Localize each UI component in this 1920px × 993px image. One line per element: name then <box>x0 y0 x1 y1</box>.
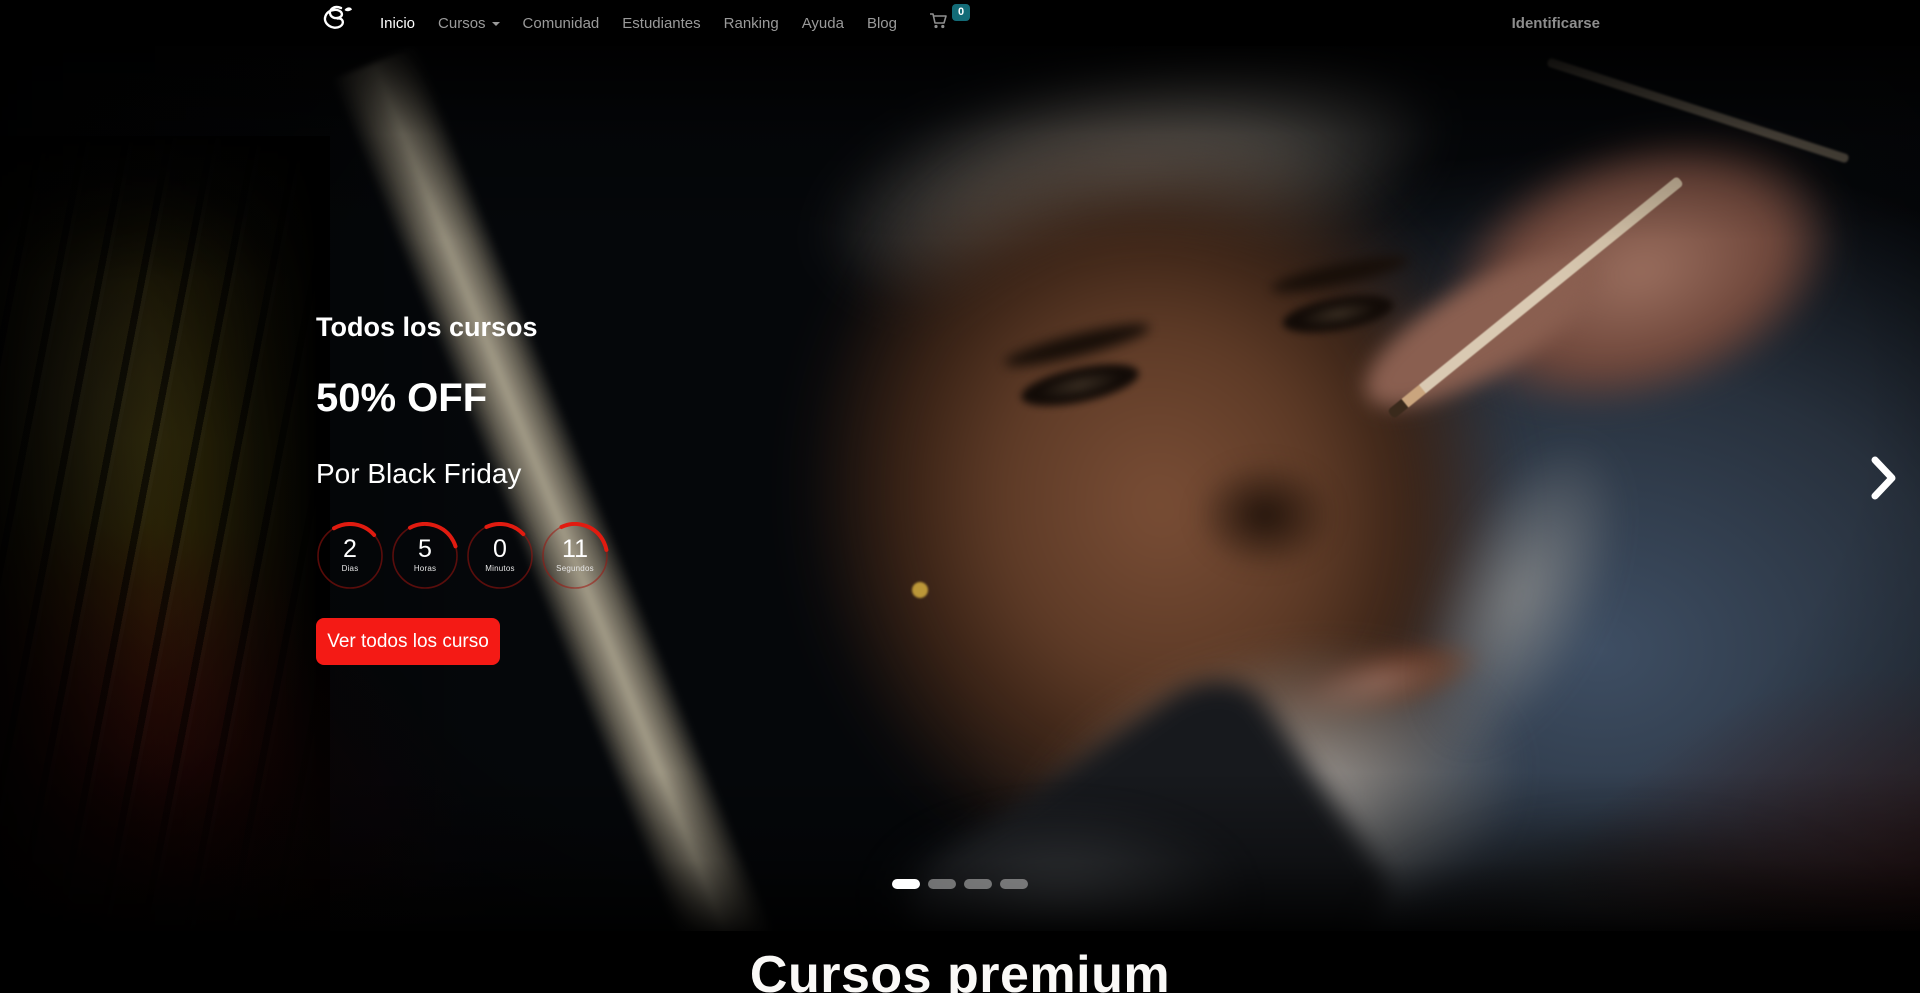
hero-photo-illustration <box>0 46 1920 931</box>
carousel-next-button[interactable] <box>1868 454 1898 507</box>
hero-headline: 50% OFF <box>316 376 487 421</box>
hero-eyebrow: Todos los cursos <box>316 312 538 343</box>
menu-item-ayuda[interactable]: Ayuda <box>802 15 844 32</box>
carousel-dot-1[interactable] <box>892 879 920 889</box>
countdown-seconds-label: Segundos <box>541 564 609 573</box>
chevron-down-icon <box>492 22 500 26</box>
cart-icon <box>929 11 949 36</box>
countdown-minutes: 0 Minutos <box>466 522 534 590</box>
countdown-days: 2 Dias <box>316 522 384 590</box>
premium-section-title: Cursos premium <box>0 945 1920 993</box>
menu-item-inicio[interactable]: Inicio <box>380 15 415 32</box>
premium-section: Cursos premium <box>0 931 1920 993</box>
carousel-dot-2[interactable] <box>928 879 956 889</box>
carousel-dot-4[interactable] <box>1000 879 1028 889</box>
navbar: Inicio Cursos Comunidad Estudiantes Rank… <box>0 0 1920 46</box>
countdown-days-label: Dias <box>316 564 384 573</box>
view-all-courses-button[interactable]: Ver todos los curso <box>316 618 500 665</box>
cart-button[interactable]: 0 <box>929 11 970 36</box>
login-link[interactable]: Identificarse <box>1512 15 1600 32</box>
menu-item-cursos[interactable]: Cursos <box>438 15 500 32</box>
carousel-indicators <box>892 879 1028 889</box>
menu-item-estudiantes[interactable]: Estudiantes <box>622 15 700 32</box>
carousel-dot-3[interactable] <box>964 879 992 889</box>
cart-count-badge: 0 <box>952 4 970 21</box>
chevron-right-icon <box>1868 489 1898 506</box>
menu-item-blog[interactable]: Blog <box>867 15 897 32</box>
countdown-hours-label: Horas <box>391 564 459 573</box>
menu-item-ranking[interactable]: Ranking <box>724 15 779 32</box>
countdown-days-value: 2 <box>316 522 384 564</box>
hero-vignette <box>0 46 1920 931</box>
hero-carousel: Todos los cursos 50% OFF Por Black Frida… <box>0 46 1920 931</box>
countdown-hours: 5 Horas <box>391 522 459 590</box>
countdown-minutes-label: Minutos <box>466 564 534 573</box>
scribble-logo-icon <box>320 3 356 44</box>
menu-item-comunidad[interactable]: Comunidad <box>523 15 600 32</box>
brand-logo[interactable] <box>320 3 356 44</box>
navbar-inner: Inicio Cursos Comunidad Estudiantes Rank… <box>320 0 1600 46</box>
countdown-hours-value: 5 <box>391 522 459 564</box>
countdown-seconds: 11 Segundos <box>541 522 609 590</box>
main-menu: Inicio Cursos Comunidad Estudiantes Rank… <box>380 15 897 32</box>
hero-subheadline: Por Black Friday <box>316 458 521 490</box>
countdown-seconds-value: 11 <box>541 522 609 564</box>
page: Inicio Cursos Comunidad Estudiantes Rank… <box>0 0 1920 993</box>
countdown-timer: 2 Dias 5 Horas 0 M <box>316 522 609 590</box>
countdown-minutes-value: 0 <box>466 522 534 564</box>
